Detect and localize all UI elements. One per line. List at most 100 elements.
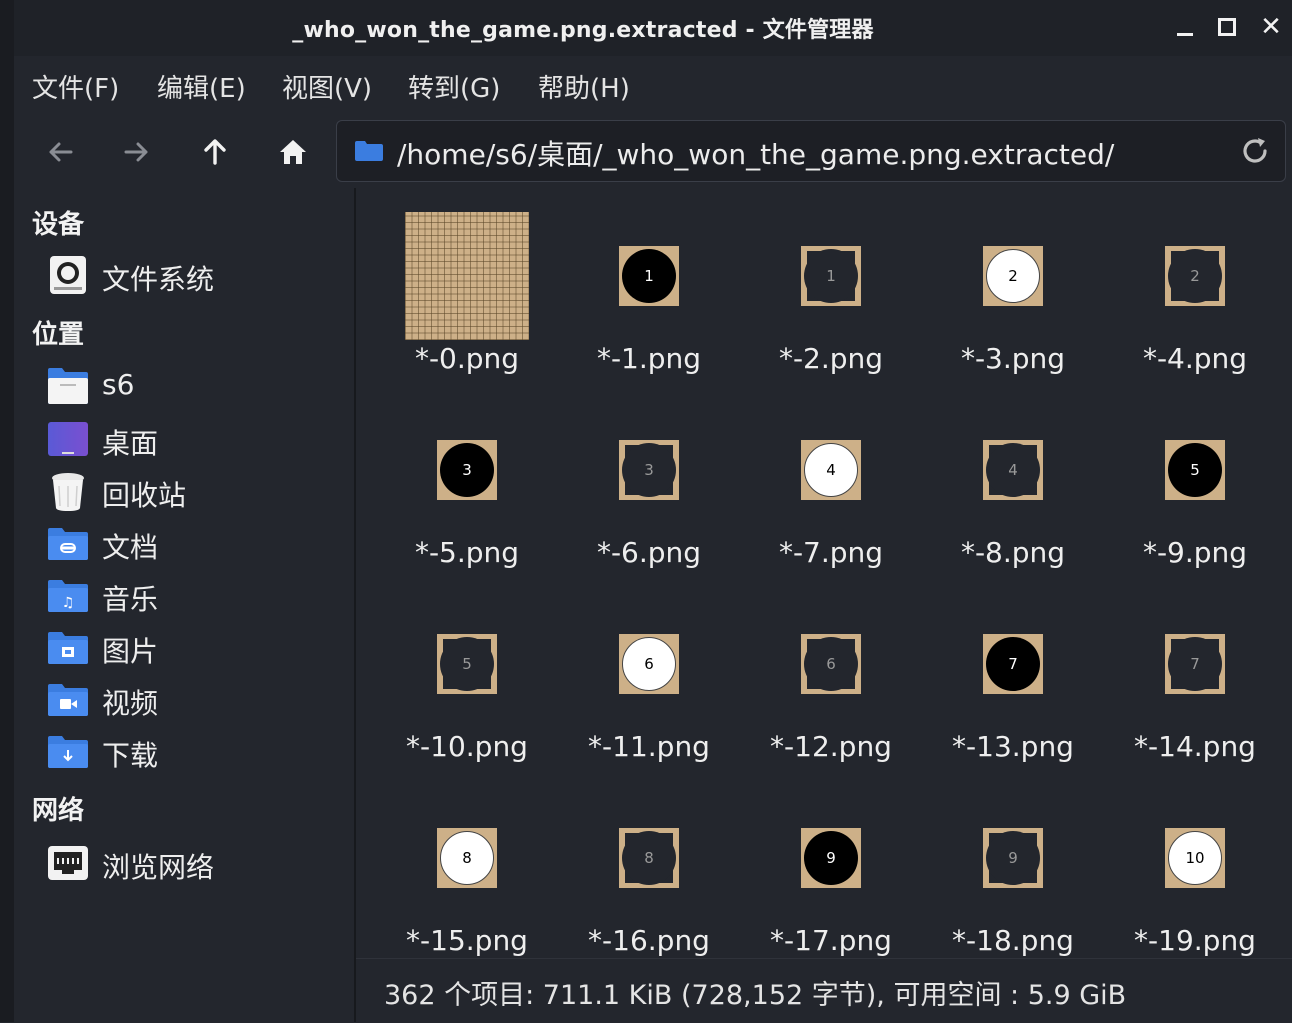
- reload-icon[interactable]: [1239, 135, 1271, 167]
- black-stone: 9: [804, 831, 858, 885]
- file-item[interactable]: 3 *-6.png: [558, 400, 740, 594]
- white-stone: 2: [986, 249, 1040, 303]
- desktop-icon: [48, 422, 88, 456]
- white-stone: 4: [804, 443, 858, 497]
- file-name: *-19.png: [1134, 924, 1256, 957]
- file-item[interactable]: 2 *-4.png: [1104, 206, 1286, 400]
- sidebar-item-network[interactable]: 浏览网络: [46, 840, 346, 886]
- menu-edit[interactable]: 编辑(E): [157, 68, 246, 105]
- file-item[interactable]: 4 *-7.png: [740, 400, 922, 594]
- file-item[interactable]: 2 *-3.png: [922, 206, 1104, 400]
- location-path[interactable]: /home/s6/桌面/_who_won_the_game.png.extrac…: [397, 133, 1114, 173]
- file-item[interactable]: 5 *-9.png: [1104, 400, 1286, 594]
- removed-stone: 7: [1168, 637, 1222, 691]
- file-item[interactable]: 1 *-2.png: [740, 206, 922, 400]
- file-item[interactable]: 6 *-11.png: [558, 594, 740, 788]
- file-thumbnail: 4: [740, 400, 922, 540]
- stone-thumbnail: 7: [983, 634, 1043, 694]
- file-item[interactable]: 3 *-5.png: [376, 400, 558, 594]
- sidebar-item-documents[interactable]: 文档: [46, 520, 346, 566]
- pictures-folder-icon: [48, 632, 88, 664]
- file-item[interactable]: 6 *-12.png: [740, 594, 922, 788]
- stone-thumbnail: 6: [801, 634, 861, 694]
- file-thumbnail: 2: [1104, 206, 1286, 346]
- file-thumbnail: 7: [1104, 594, 1286, 734]
- removed-stone: 8: [622, 831, 676, 885]
- menu-view[interactable]: 视图(V): [282, 68, 372, 105]
- file-name: *-1.png: [596, 342, 702, 375]
- file-item[interactable]: 8 *-16.png: [558, 788, 740, 958]
- file-item[interactable]: 8 *-15.png: [376, 788, 558, 958]
- removed-stone: 6: [804, 637, 858, 691]
- file-thumbnail: 6: [558, 594, 740, 734]
- sidebar-item-home[interactable]: s6: [46, 362, 346, 408]
- file-thumbnail: 5: [376, 594, 558, 734]
- file-item[interactable]: 7 *-14.png: [1104, 594, 1286, 788]
- file-item[interactable]: 1 *-1.png: [558, 206, 740, 400]
- file-item[interactable]: 10 *-19.png: [1104, 788, 1286, 958]
- trash-icon: [52, 473, 84, 511]
- stone-thumbnail: 1: [801, 246, 861, 306]
- menu-file[interactable]: 文件(F): [32, 68, 119, 105]
- stone-thumbnail: 2: [983, 246, 1043, 306]
- file-name: *-0.png: [414, 342, 520, 375]
- forward-button[interactable]: [117, 132, 157, 172]
- file-name: *-13.png: [952, 730, 1074, 763]
- stone-thumbnail: 1: [619, 246, 679, 306]
- menu-go[interactable]: 转到(G): [408, 68, 500, 105]
- menu-help[interactable]: 帮助(H): [538, 68, 630, 105]
- file-thumbnail: 10: [1104, 788, 1286, 928]
- file-name: *-16.png: [588, 924, 710, 957]
- stone-thumbnail: 2: [1165, 246, 1225, 306]
- removed-stone: 3: [622, 443, 676, 497]
- location-bar[interactable]: /home/s6/桌面/_who_won_the_game.png.extrac…: [336, 120, 1286, 182]
- status-text: 362 个项目: 711.1 KiB (728,152 字节), 可用空间 : …: [384, 980, 1127, 1011]
- file-item[interactable]: 9 *-18.png: [922, 788, 1104, 958]
- sidebar-item-desktop[interactable]: 桌面: [46, 416, 346, 462]
- close-button[interactable]: ✕: [1254, 10, 1288, 44]
- file-thumbnail: [376, 206, 558, 346]
- sidebar-item-label: 浏览网络: [102, 851, 215, 884]
- file-item[interactable]: 4 *-8.png: [922, 400, 1104, 594]
- file-thumbnail: 3: [376, 400, 558, 540]
- file-name: *-8.png: [960, 536, 1066, 569]
- places-heading: 位置: [32, 320, 85, 350]
- file-item[interactable]: *-0.png: [376, 206, 558, 400]
- sidebar-item-pictures[interactable]: 图片: [46, 624, 346, 670]
- file-name: *-18.png: [952, 924, 1074, 957]
- removed-stone: 5: [440, 637, 494, 691]
- file-thumbnail: 2: [922, 206, 1104, 346]
- stone-thumbnail: 5: [437, 634, 497, 694]
- file-thumbnail: 4: [922, 400, 1104, 540]
- stone-thumbnail: 9: [801, 828, 861, 888]
- stone-thumbnail: 8: [437, 828, 497, 888]
- file-item[interactable]: 5 *-10.png: [376, 594, 558, 788]
- status-bar: 362 个项目: 711.1 KiB (728,152 字节), 可用空间 : …: [356, 958, 1292, 1023]
- back-button[interactable]: [40, 132, 80, 172]
- minimize-icon: [1177, 32, 1193, 36]
- file-name: *-12.png: [770, 730, 892, 763]
- close-icon: ✕: [1260, 12, 1282, 42]
- home-button[interactable]: [273, 132, 313, 172]
- sidebar-item-filesystem[interactable]: 文件系统: [46, 252, 346, 298]
- sidebar-item-downloads[interactable]: 下载: [46, 728, 346, 774]
- sidebar-item-music[interactable]: ♫ 音乐: [46, 572, 346, 618]
- file-thumbnail: 7: [922, 594, 1104, 734]
- white-stone: 8: [440, 831, 494, 885]
- black-stone: 1: [622, 249, 676, 303]
- file-name: *-17.png: [770, 924, 892, 957]
- stone-thumbnail: 4: [983, 440, 1043, 500]
- sidebar-item-trash[interactable]: 回收站: [46, 468, 346, 514]
- stone-thumbnail: 9: [983, 828, 1043, 888]
- file-item[interactable]: 7 *-13.png: [922, 594, 1104, 788]
- arrow-left-icon: [49, 142, 73, 162]
- minimize-button[interactable]: [1168, 10, 1202, 44]
- videos-folder-icon: [48, 684, 88, 716]
- sidebar-item-label: 下载: [102, 739, 159, 772]
- sidebar: 设备 文件系统 位置 s6 桌面 回收站 文档 ♫ 音乐 图片 视频 下载 网络…: [14, 188, 356, 1022]
- file-item[interactable]: 9 *-17.png: [740, 788, 922, 958]
- sidebar-item-videos[interactable]: 视频: [46, 676, 346, 722]
- stone-thumbnail: 3: [437, 440, 497, 500]
- up-button[interactable]: [195, 132, 235, 172]
- maximize-button[interactable]: [1210, 10, 1244, 44]
